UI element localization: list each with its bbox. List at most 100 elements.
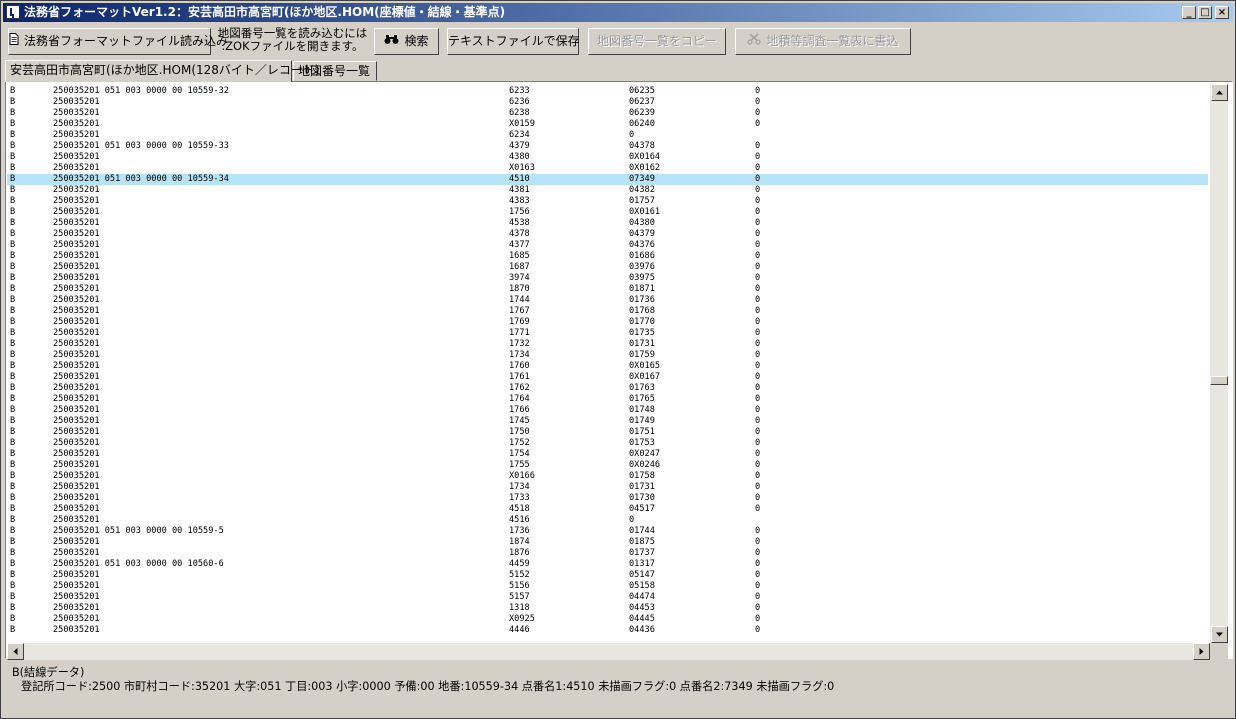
search-button[interactable]: 検索: [374, 28, 439, 55]
table-row[interactable]: B 250035201 051 003 0000 00 10560-6 4459 01…: [7, 559, 1208, 570]
table-row[interactable]: B 250035201 1687 03976 0: [7, 262, 1208, 273]
table-row[interactable]: B 250035201 4383 01757 0: [7, 196, 1208, 207]
record-type-cell: B: [10, 394, 16, 404]
scroll-right-button[interactable]: [1193, 643, 1210, 660]
table-row[interactable]: B 250035201 1876 01737 0: [7, 548, 1208, 559]
copy-map-list-button[interactable]: 地図番号一覧をコピー: [588, 28, 726, 55]
minimize-button[interactable]: _: [1182, 6, 1196, 19]
table-row[interactable]: B 250035201 4378 04379 0: [7, 229, 1208, 240]
tab-hom-file[interactable]: 安芸高田市高宮町(ほか地区.HOM(128バイト／レコード): [5, 60, 320, 82]
table-row[interactable]: B 250035201 1766 01748 0: [7, 405, 1208, 416]
point-1-cell: 4518: [509, 504, 530, 514]
record-type-cell: B: [10, 152, 16, 162]
table-row[interactable]: B 250035201 1732 01731 0: [7, 339, 1208, 350]
vertical-scrollbar[interactable]: [1210, 84, 1228, 643]
write-survey-button[interactable]: 地積等調査一覧表に書込: [735, 28, 911, 55]
table-row[interactable]: B 250035201 1762 01763 0: [7, 383, 1208, 394]
undrawn-flag-cell: 0: [755, 273, 761, 283]
table-row[interactable]: B 250035201 4516 0: [7, 515, 1208, 526]
vertical-scroll-thumb[interactable]: [1210, 376, 1228, 385]
table-row[interactable]: B 250035201 1870 01871 0: [7, 284, 1208, 295]
table-row[interactable]: B 250035201 1750 01751 0: [7, 427, 1208, 438]
close-button[interactable]: ×: [1215, 6, 1229, 19]
table-row[interactable]: B 250035201 1745 01749 0: [7, 416, 1208, 427]
table-row[interactable]: B 250035201 4446 04436 0: [7, 625, 1208, 636]
point-2-cell: 04378: [629, 141, 655, 151]
table-row[interactable]: B 250035201 X0163 0X0162 0: [7, 163, 1208, 174]
point-1-cell: 1870: [509, 284, 530, 294]
table-row[interactable]: B 250035201 1767 01768 0: [7, 306, 1208, 317]
record-key-cell: 250035201: [53, 383, 100, 393]
table-row[interactable]: B 250035201 6234 0: [7, 130, 1208, 141]
app-icon[interactable]: [6, 5, 20, 19]
table-row[interactable]: B 250035201 X0159 06240 0: [7, 119, 1208, 130]
table-row[interactable]: B 250035201 1760 0X0165 0: [7, 361, 1208, 372]
point-1-cell: 1755: [509, 460, 530, 470]
table-row[interactable]: B 250035201 051 003 0000 00 10559-34 4510 0…: [7, 174, 1208, 185]
table-row[interactable]: B 250035201 1752 01753 0: [7, 438, 1208, 449]
record-type-cell: B: [10, 196, 16, 206]
table-row[interactable]: B 250035201 1318 04453 0: [7, 603, 1208, 614]
load-file-button[interactable]: 法務省フォーマットファイル読み込み: [8, 28, 228, 55]
title-bar[interactable]: 法務省フォーマットVer1.2：安芸高田市高宮町(ほか地区.HOM(座標値・結線…: [3, 3, 1233, 22]
record-type-cell: B: [10, 240, 16, 250]
point-1-cell: 1767: [509, 306, 530, 316]
table-row[interactable]: B 250035201 1734 01731 0: [7, 482, 1208, 493]
table-row[interactable]: B 250035201 5157 04474 0: [7, 592, 1208, 603]
table-row[interactable]: B 250035201 5152 05147 0: [7, 570, 1208, 581]
record-type-text: B(結線データ): [12, 666, 85, 679]
undrawn-flag-cell: 0: [755, 328, 761, 338]
table-row[interactable]: B 250035201 051 003 0000 00 10559-32 6233 0…: [7, 86, 1208, 97]
point-2-cell: 03975: [629, 273, 655, 283]
table-row[interactable]: B 250035201 5156 05158 0: [7, 581, 1208, 592]
point-1-cell: 4510: [509, 174, 530, 184]
point-2-cell: 07349: [629, 174, 655, 184]
record-type-cell: B: [10, 493, 16, 503]
point-1-cell: 1733: [509, 493, 530, 503]
table-row[interactable]: B 250035201 1874 01875 0: [7, 537, 1208, 548]
scroll-up-button[interactable]: [1211, 84, 1228, 101]
table-row[interactable]: B 250035201 1769 01770 0: [7, 317, 1208, 328]
undrawn-flag-cell: 0: [755, 405, 761, 415]
table-row[interactable]: B 250035201 X0925 04445 0: [7, 614, 1208, 625]
table-row[interactable]: B 250035201 1685 01686 0: [7, 251, 1208, 262]
table-row[interactable]: B 250035201 051 003 0000 00 10559-5 1736 01…: [7, 526, 1208, 537]
table-row[interactable]: B 250035201 1771 01735 0: [7, 328, 1208, 339]
point-1-cell: 4377: [509, 240, 530, 250]
table-row[interactable]: B 250035201 1761 0X0167 0: [7, 372, 1208, 383]
undrawn-flag-cell: 0: [755, 306, 761, 316]
table-row[interactable]: B 250035201 4377 04376 0: [7, 240, 1208, 251]
table-row[interactable]: B 250035201 1754 0X0247 0: [7, 449, 1208, 460]
table-row[interactable]: B 250035201 4380 0X0164 0: [7, 152, 1208, 163]
horizontal-scrollbar[interactable]: [7, 643, 1210, 660]
table-row[interactable]: B 250035201 1755 0X0246 0: [7, 460, 1208, 471]
table-row[interactable]: B 250035201 3974 03975 0: [7, 273, 1208, 284]
table-row[interactable]: B 250035201 4518 04517 0: [7, 504, 1208, 515]
save-text-button[interactable]: テキストファイルで保存: [447, 28, 580, 55]
point-2-cell: 01686: [629, 251, 655, 261]
table-row[interactable]: B 250035201 1764 01765 0: [7, 394, 1208, 405]
point-2-cell: 04380: [629, 218, 655, 228]
record-key-cell: 250035201: [53, 240, 100, 250]
maximize-button[interactable]: □: [1198, 6, 1212, 19]
table-row[interactable]: B 250035201 4381 04382 0: [7, 185, 1208, 196]
point-2-cell: 01871: [629, 284, 655, 294]
scroll-down-button[interactable]: [1211, 626, 1228, 643]
table-row[interactable]: B 250035201 4538 04380 0: [7, 218, 1208, 229]
zok-hint-line2: .ZOKファイルを開きます。: [221, 39, 364, 53]
record-list[interactable]: B 250035201 051 003 0000 00 10559-32 6233 0…: [7, 84, 1208, 643]
undrawn-flag-cell: 0: [755, 229, 761, 239]
table-row[interactable]: B 250035201 1734 01759 0: [7, 350, 1208, 361]
table-row[interactable]: B 250035201 051 003 0000 00 10559-33 4379 0…: [7, 141, 1208, 152]
record-type-cell: B: [10, 416, 16, 426]
table-row[interactable]: B 250035201 1733 01730 0: [7, 493, 1208, 504]
table-row[interactable]: B 250035201 1744 01736 0: [7, 295, 1208, 306]
point-2-cell: 05147: [629, 570, 655, 580]
table-row[interactable]: B 250035201 1756 0X0161 0: [7, 207, 1208, 218]
table-row[interactable]: B 250035201 X0166 01758 0: [7, 471, 1208, 482]
point-2-cell: 01770: [629, 317, 655, 327]
scroll-left-button[interactable]: [7, 643, 24, 660]
table-row[interactable]: B 250035201 6238 06239 0: [7, 108, 1208, 119]
table-row[interactable]: B 250035201 6236 06237 0: [7, 97, 1208, 108]
record-type-cell: B: [10, 559, 16, 569]
